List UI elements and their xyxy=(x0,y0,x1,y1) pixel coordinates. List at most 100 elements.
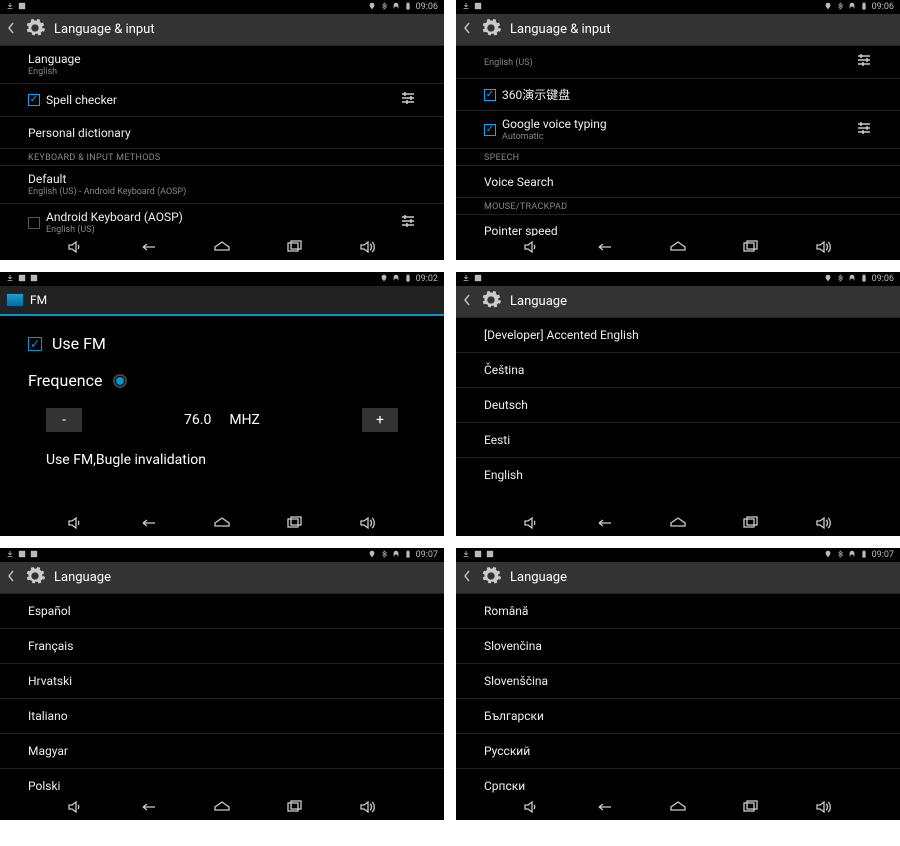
list-item[interactable]: Italiano xyxy=(0,699,444,734)
action-bar: Language xyxy=(0,562,444,594)
battery-icon xyxy=(860,274,868,285)
pointer-speed-row[interactable]: Pointer speed xyxy=(456,215,900,236)
spell-checker-row[interactable]: Spell checker xyxy=(0,84,444,117)
freq-controls: - 76.0 MHZ + xyxy=(46,408,398,432)
home-nav-icon[interactable] xyxy=(212,799,232,818)
action-bar: Language & input xyxy=(456,14,900,46)
demo-keyboard-row[interactable]: 360演示键盘 xyxy=(456,79,900,111)
page-title: Language xyxy=(54,570,111,585)
volume-up-icon[interactable] xyxy=(814,799,834,818)
bluetooth-icon xyxy=(836,2,844,13)
spell-checker-checkbox[interactable] xyxy=(28,94,40,106)
bluetooth-icon xyxy=(836,274,844,285)
back-icon[interactable] xyxy=(6,569,16,587)
volume-up-icon[interactable] xyxy=(814,239,834,258)
list-item[interactable]: Magyar xyxy=(0,734,444,769)
back-nav-icon[interactable] xyxy=(139,515,159,534)
list-item[interactable]: Română xyxy=(456,594,900,629)
list-item[interactable]: Български xyxy=(456,699,900,734)
demo-keyboard-checkbox[interactable] xyxy=(484,89,496,101)
list-item[interactable]: Eesti xyxy=(456,423,900,458)
list-item[interactable]: [Developer] Accented English xyxy=(456,318,900,353)
ime-enus-row[interactable]: English (US) xyxy=(456,46,900,79)
aosp-checkbox xyxy=(28,217,40,229)
use-fm-row[interactable]: Use FM xyxy=(28,334,416,353)
home-nav-icon[interactable] xyxy=(668,799,688,818)
fm-note: Use FM,Bugle invalidation xyxy=(46,452,416,468)
recent-nav-icon[interactable] xyxy=(285,799,305,818)
volume-up-icon[interactable] xyxy=(358,799,378,818)
panel-fm: 09:02 FM Use FM Frequence - 76.0 MHZ + U… xyxy=(0,272,444,536)
square-icon xyxy=(474,2,482,13)
nav-bar xyxy=(456,796,900,820)
action-bar: Language xyxy=(456,286,900,318)
list-item[interactable]: Polski xyxy=(0,769,444,796)
clock-text: 09:06 xyxy=(416,2,438,12)
aosp-keyboard-row[interactable]: Android Keyboard (AOSP)English (US) xyxy=(0,204,444,236)
back-nav-icon[interactable] xyxy=(595,515,615,534)
back-nav-icon[interactable] xyxy=(139,799,159,818)
back-icon[interactable] xyxy=(462,569,472,587)
gvt-checkbox[interactable] xyxy=(484,124,496,136)
headphones-icon xyxy=(392,274,400,285)
list-item[interactable]: English xyxy=(456,458,900,492)
home-nav-icon[interactable] xyxy=(668,515,688,534)
headphones-icon xyxy=(392,2,400,13)
sliders-icon[interactable] xyxy=(856,52,872,72)
page-title: Language xyxy=(510,294,567,309)
language-value: English xyxy=(28,67,416,77)
volume-down-icon[interactable] xyxy=(66,515,86,534)
google-voice-typing-row[interactable]: Google voice typingAutomatic xyxy=(456,111,900,149)
list-item[interactable]: Français xyxy=(0,629,444,664)
list-item[interactable]: Српски xyxy=(456,769,900,796)
voice-search-row[interactable]: Voice Search xyxy=(456,166,900,198)
recent-nav-icon[interactable] xyxy=(285,515,305,534)
recent-nav-icon[interactable] xyxy=(741,239,761,258)
personal-dictionary-row[interactable]: Personal dictionary xyxy=(0,117,444,149)
volume-up-icon[interactable] xyxy=(358,239,378,258)
list-item[interactable]: Hrvatski xyxy=(0,664,444,699)
recent-nav-icon[interactable] xyxy=(741,515,761,534)
sliders-icon[interactable] xyxy=(400,90,416,110)
home-nav-icon[interactable] xyxy=(668,239,688,258)
location-icon xyxy=(824,550,832,561)
panel-language-list-3: 09:07 Language Română Slovenčina Slovenš… xyxy=(456,548,900,820)
language-row[interactable]: LanguageEnglish xyxy=(0,46,444,84)
volume-down-icon[interactable] xyxy=(522,239,542,258)
list-item[interactable]: Čeština xyxy=(456,353,900,388)
back-nav-icon[interactable] xyxy=(139,239,159,258)
volume-down-icon[interactable] xyxy=(66,239,86,258)
home-nav-icon[interactable] xyxy=(212,515,232,534)
settings-gear-icon xyxy=(480,565,502,591)
section-speech: SPEECH xyxy=(456,149,900,166)
volume-down-icon[interactable] xyxy=(522,515,542,534)
list-item[interactable]: Español xyxy=(0,594,444,629)
volume-up-icon[interactable] xyxy=(358,515,378,534)
battery-icon xyxy=(860,550,868,561)
settings-gear-icon xyxy=(480,17,502,43)
back-nav-icon[interactable] xyxy=(595,239,615,258)
back-nav-icon[interactable] xyxy=(595,799,615,818)
default-ime-row[interactable]: DefaultEnglish (US) - Android Keyboard (… xyxy=(0,166,444,204)
recent-nav-icon[interactable] xyxy=(285,239,305,258)
list-item[interactable]: Slovenščina xyxy=(456,664,900,699)
back-icon[interactable] xyxy=(6,21,16,39)
freq-minus-button[interactable]: - xyxy=(46,408,82,432)
volume-down-icon[interactable] xyxy=(66,799,86,818)
sliders-icon[interactable] xyxy=(856,120,872,140)
volume-up-icon[interactable] xyxy=(814,515,834,534)
sliders-icon[interactable] xyxy=(400,213,416,233)
square-icon xyxy=(18,550,26,561)
home-nav-icon[interactable] xyxy=(212,239,232,258)
volume-down-icon[interactable] xyxy=(522,799,542,818)
square-icon xyxy=(30,550,38,561)
list-item[interactable]: Deutsch xyxy=(456,388,900,423)
list-item[interactable]: Русский xyxy=(456,734,900,769)
recent-nav-icon[interactable] xyxy=(741,799,761,818)
back-icon[interactable] xyxy=(462,21,472,39)
back-icon[interactable] xyxy=(462,293,472,311)
frequence-radio[interactable] xyxy=(113,374,127,388)
list-item[interactable]: Slovenčina xyxy=(456,629,900,664)
use-fm-checkbox[interactable] xyxy=(28,337,42,351)
freq-plus-button[interactable]: + xyxy=(362,408,398,432)
